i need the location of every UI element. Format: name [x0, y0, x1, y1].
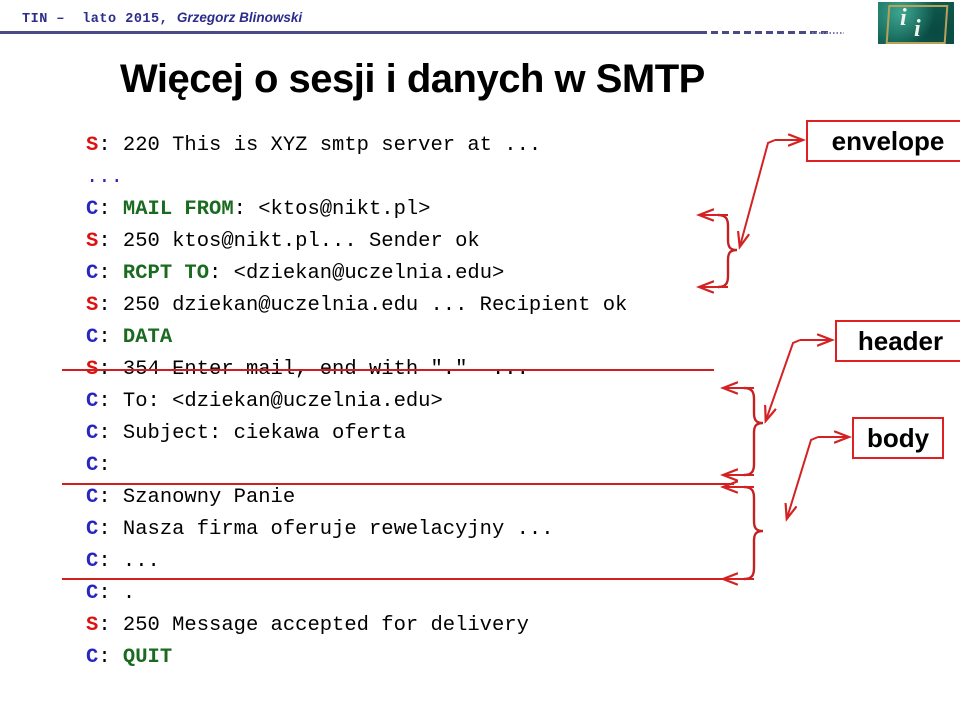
body-brace	[724, 437, 848, 579]
client-prefix: C	[86, 582, 99, 605]
smtp-command: QUIT	[122, 646, 173, 669]
prefix-colon: :	[98, 230, 123, 253]
server-prefix: S	[86, 230, 99, 253]
transcript-text: 250 ktos@nikt.pl... Sender ok	[122, 230, 480, 253]
institute-logo-icon: i i	[878, 2, 954, 44]
transcript-text: 220 This is XYZ smtp server at ...	[122, 134, 542, 157]
client-prefix: C	[86, 198, 99, 221]
client-prefix: C	[86, 422, 99, 445]
smtp-command: RCPT TO	[122, 262, 210, 285]
prefix-colon: :	[98, 198, 123, 221]
transcript-text: ...	[122, 550, 160, 573]
transcript-line: S: 250 ktos@nikt.pl... Sender ok	[86, 226, 726, 258]
server-prefix: S	[86, 614, 99, 637]
annotation-label-body: body	[852, 417, 944, 459]
transcript-text: .	[122, 582, 136, 605]
transcript-text: : <ktos@nikt.pl>	[233, 198, 431, 221]
logo-letter-i-first: i	[900, 5, 907, 31]
client-prefix: C	[86, 486, 99, 509]
separator-end-body	[62, 578, 734, 580]
server-prefix: S	[86, 134, 99, 157]
client-prefix: C	[86, 454, 99, 477]
prefix-colon: :	[98, 390, 123, 413]
smtp-command: DATA	[122, 326, 173, 349]
client-prefix: C	[86, 518, 99, 541]
client-prefix: C	[86, 390, 99, 413]
prefix-colon: :	[98, 518, 123, 541]
prefix-colon: :	[98, 486, 123, 509]
transcript-text: Szanowny Panie	[122, 486, 296, 509]
transcript-line: C: Nasza firma oferuje rewelacyjny ...	[86, 514, 726, 546]
ellipsis-line: ...	[86, 166, 123, 189]
logo-letter-i-second: i	[914, 16, 921, 42]
transcript-text: To: <dziekan@uczelnia.edu>	[122, 390, 443, 413]
transcript-line: C: To: <dziekan@uczelnia.edu>	[86, 386, 726, 418]
header-course-label: TIN – lato 2015, Grzegorz Blinowski	[22, 10, 302, 27]
transcript-text: : <dziekan@uczelnia.edu>	[209, 262, 505, 285]
transcript-text: Subject: ciekawa oferta	[122, 422, 406, 445]
transcript-line: C: ...	[86, 546, 726, 578]
header-author-text: Grzegorz Blinowski	[176, 10, 303, 25]
prefix-colon: :	[98, 294, 123, 317]
header-rule-dots	[812, 32, 844, 34]
prefix-colon: :	[98, 326, 123, 349]
transcript-line: C: MAIL FROM: <ktos@nikt.pl>	[86, 194, 726, 226]
slide-title: Więcej o sesji i danych w SMTP	[120, 57, 705, 101]
header-rule-solid	[0, 31, 700, 34]
transcript-line: C: .	[86, 578, 726, 610]
annotation-label-envelope: envelope	[806, 120, 960, 162]
transcript-line: C: DATA	[86, 322, 726, 354]
header-course-text: TIN – lato 2015,	[22, 12, 177, 27]
client-prefix: C	[86, 326, 99, 349]
slide-header: TIN – lato 2015, Grzegorz Blinowski	[0, 0, 960, 46]
prefix-colon: :	[98, 262, 123, 285]
transcript-line: C: RCPT TO: <dziekan@uczelnia.edu>	[86, 258, 726, 290]
client-prefix: C	[86, 646, 99, 669]
prefix-colon: :	[98, 646, 123, 669]
transcript-line: C: QUIT	[86, 642, 726, 674]
prefix-colon: :	[98, 134, 123, 157]
transcript-text: 250 Message accepted for delivery	[122, 614, 529, 637]
server-prefix: S	[86, 294, 99, 317]
header-brace	[724, 340, 831, 475]
annotation-label-header: header	[835, 320, 960, 362]
client-prefix: C	[86, 262, 99, 285]
prefix-colon: :	[98, 582, 123, 605]
separator-header-body	[62, 483, 734, 485]
prefix-colon: :	[98, 454, 123, 477]
client-prefix: C	[86, 550, 99, 573]
transcript-text: Nasza firma oferuje rewelacyjny ...	[122, 518, 554, 541]
prefix-colon: :	[98, 422, 123, 445]
transcript-line: S: 250 Message accepted for delivery	[86, 610, 726, 642]
transcript-line: ...	[86, 162, 726, 194]
transcript-line: C: Subject: ciekawa oferta	[86, 418, 726, 450]
smtp-command: MAIL FROM	[122, 198, 234, 221]
prefix-colon: :	[98, 550, 123, 573]
transcript-text: 250 dziekan@uczelnia.edu ... Recipient o…	[122, 294, 628, 317]
separator-after-data	[62, 369, 714, 371]
prefix-colon: :	[98, 614, 123, 637]
transcript-line: C: Szanowny Panie	[86, 482, 726, 514]
transcript-line: S: 250 dziekan@uczelnia.edu ... Recipien…	[86, 290, 726, 322]
smtp-transcript: S: 220 This is XYZ smtp server at ......…	[86, 130, 726, 674]
transcript-line: S: 220 This is XYZ smtp server at ...	[86, 130, 726, 162]
transcript-line: C:	[86, 450, 726, 482]
